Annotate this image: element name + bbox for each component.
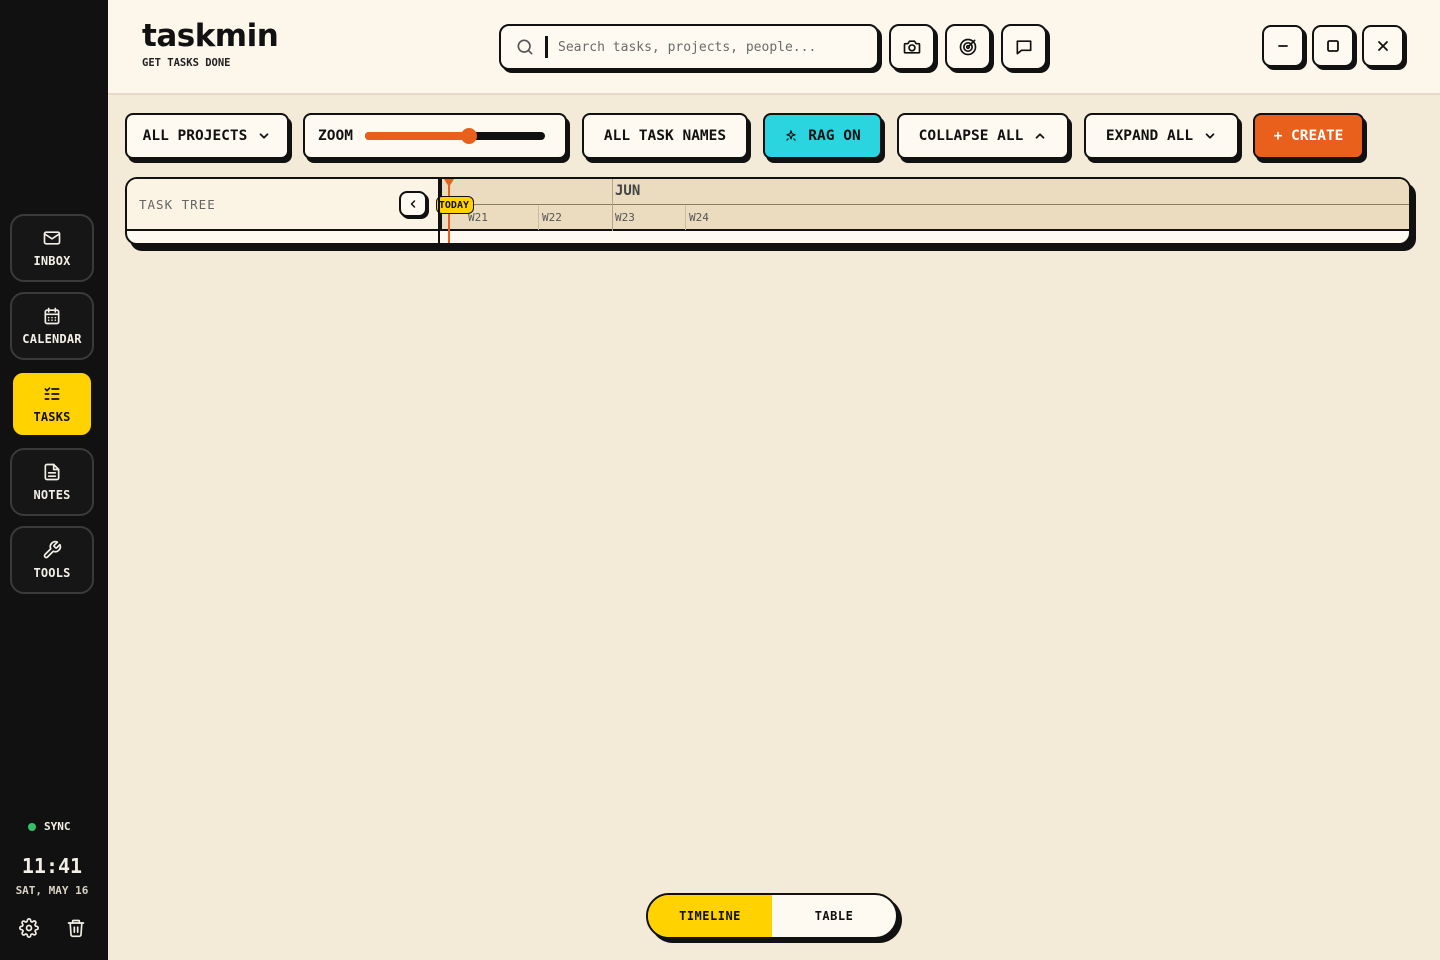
wrench-icon	[43, 540, 62, 559]
task-names-button[interactable]: ALL TASK NAMES	[582, 113, 748, 159]
search-bar[interactable]	[499, 24, 879, 70]
expand-all-button[interactable]: EXPAND ALL	[1084, 113, 1239, 159]
sync-status: SYNC	[28, 820, 71, 833]
chat-icon	[1016, 40, 1032, 55]
sidebar-item-label: CALENDAR	[22, 332, 82, 346]
text-cursor	[545, 36, 548, 58]
sidebar-item-tools[interactable]: TOOLS	[10, 526, 94, 594]
rag-toggle-button[interactable]: RAG ON	[763, 113, 882, 159]
create-label: + CREATE	[1273, 128, 1344, 144]
camera-button[interactable]	[889, 24, 935, 70]
minimize-icon	[1278, 45, 1288, 47]
search-icon	[517, 39, 533, 55]
sidebar-item-notes[interactable]: NOTES	[10, 448, 94, 516]
month-label: JUN	[615, 183, 641, 199]
minimize-button[interactable]	[1262, 25, 1304, 67]
timeline-header: JUN W21 W22 W23 W24 TODAY	[436, 179, 1409, 243]
sidebar: INBOX CALENDAR TASKS NOTES TOOLS SYNC 11…	[0, 0, 108, 960]
clock-time: 11:41	[21, 854, 83, 878]
close-button[interactable]	[1362, 25, 1404, 67]
zoom-slider-fill	[364, 132, 470, 140]
month-divider	[612, 179, 613, 231]
tree-divider	[438, 179, 440, 243]
zoom-slider[interactable]	[364, 128, 545, 144]
task-tree-header: TASK TREE	[127, 179, 440, 231]
calendar-icon	[44, 307, 60, 325]
chevron-down-icon	[260, 133, 269, 139]
settings-icon[interactable]	[19, 918, 39, 938]
sync-dot	[28, 822, 36, 831]
rag-label: RAG ON	[808, 128, 861, 144]
chat-button[interactable]	[1001, 24, 1047, 70]
search-input[interactable]	[558, 39, 858, 55]
chevron-up-icon	[1036, 133, 1045, 139]
task-list-icon	[44, 387, 60, 400]
focus-button[interactable]	[945, 24, 991, 70]
timeline-view-button[interactable]: TIMELINE	[648, 895, 772, 937]
week-label: W24	[689, 211, 709, 224]
sparkle-icon	[786, 130, 796, 141]
project-filter-label: ALL PROJECTS	[142, 128, 248, 144]
task-names-label: ALL TASK NAMES	[603, 128, 727, 144]
app-tagline: GET TASKS DONE	[142, 57, 231, 69]
sidebar-item-tasks[interactable]: TASKS	[13, 373, 91, 435]
collapse-tree-button[interactable]	[399, 191, 427, 217]
chevron-left-icon	[410, 200, 416, 208]
timeline-view-label: TIMELINE	[679, 909, 741, 923]
week-label: W23	[615, 211, 635, 224]
note-icon	[44, 463, 60, 481]
collapse-all-button[interactable]: COLLAPSE ALL	[897, 113, 1069, 159]
sidebar-item-label: INBOX	[33, 254, 71, 268]
month-row	[442, 179, 1409, 205]
close-icon	[1378, 41, 1388, 51]
create-task-button[interactable]: + CREATE	[1253, 113, 1364, 159]
sidebar-item-inbox[interactable]: INBOX	[10, 214, 94, 282]
view-toggle: TIMELINE TABLE	[646, 893, 898, 939]
table-view-button[interactable]: TABLE	[772, 895, 896, 937]
maximize-button[interactable]	[1312, 25, 1354, 67]
clock-date: SAT, MAY 16	[15, 884, 89, 897]
table-view-label: TABLE	[814, 909, 854, 923]
zoom-slider-handle[interactable]	[461, 128, 478, 144]
collapse-all-label: COLLAPSE ALL	[918, 128, 1024, 144]
target-icon	[959, 38, 977, 56]
sidebar-item-label: TOOLS	[33, 566, 71, 580]
sidebar-item-label: TASKS	[33, 410, 71, 424]
gantt-panel: TASK TREE JUN W21 W22 W23 W24 TODAY	[125, 177, 1411, 245]
project-filter-dropdown[interactable]: ALL PROJECTS	[125, 113, 289, 159]
app-title: taskmin	[142, 18, 279, 54]
today-label: TODAY	[438, 199, 469, 211]
zoom-label: ZOOM	[318, 128, 353, 144]
week-label: W22	[542, 211, 562, 224]
sync-label: SYNC	[44, 820, 71, 833]
maximize-icon	[1327, 40, 1339, 52]
camera-icon	[903, 40, 921, 54]
week-divider	[685, 206, 686, 230]
zoom-control: ZOOM	[303, 113, 567, 159]
today-marker-arrow	[444, 179, 454, 187]
today-badge[interactable]: TODAY	[436, 196, 474, 214]
sidebar-item-calendar[interactable]: CALENDAR	[10, 292, 94, 360]
sidebar-item-label: NOTES	[33, 488, 71, 502]
mail-icon	[43, 231, 61, 245]
expand-all-label: EXPAND ALL	[1105, 128, 1194, 144]
chevron-down-icon	[1205, 133, 1215, 139]
trash-icon[interactable]	[66, 918, 86, 938]
app-header: taskmin GET TASKS DONE	[108, 0, 1440, 95]
task-tree-title: TASK TREE	[139, 197, 216, 212]
week-divider	[538, 206, 539, 230]
